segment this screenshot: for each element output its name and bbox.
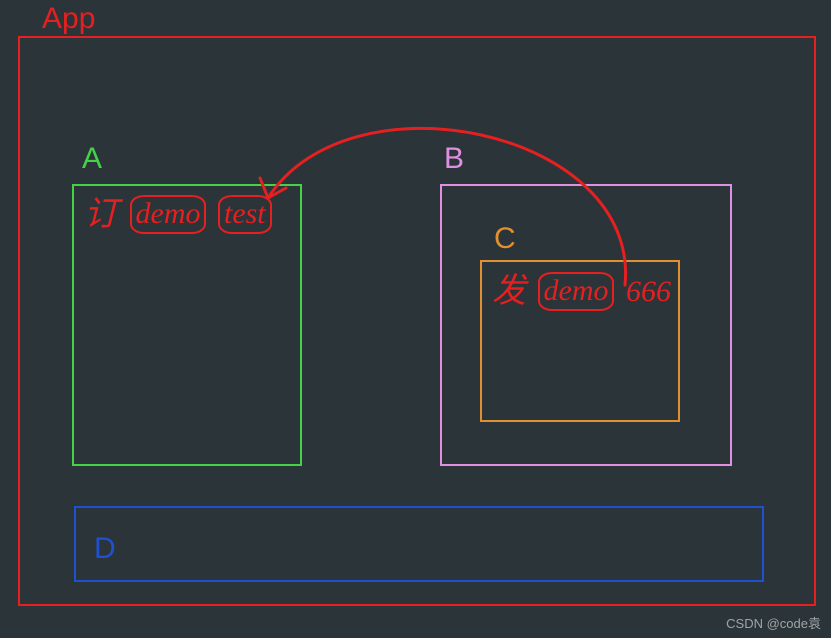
annotation-a-word2: test: [218, 195, 272, 234]
box-c-label: C: [494, 222, 516, 256]
box-a-label: A: [82, 142, 102, 176]
annotation-c: 发 demo 666: [492, 272, 671, 311]
annotation-c-word2: 666: [626, 277, 671, 307]
box-d-label: D: [94, 532, 116, 566]
annotation-c-prefix: 发: [492, 275, 526, 309]
annotation-a-prefix: 订: [84, 198, 118, 232]
annotation-c-word1: demo: [538, 272, 615, 311]
watermark: CSDN @code袁: [726, 613, 821, 632]
annotation-a: 订 demo test: [84, 195, 272, 234]
annotation-a-word1: demo: [130, 195, 207, 234]
box-d: [74, 506, 764, 582]
box-b-label: B: [444, 142, 464, 176]
app-label: App: [42, 2, 95, 36]
